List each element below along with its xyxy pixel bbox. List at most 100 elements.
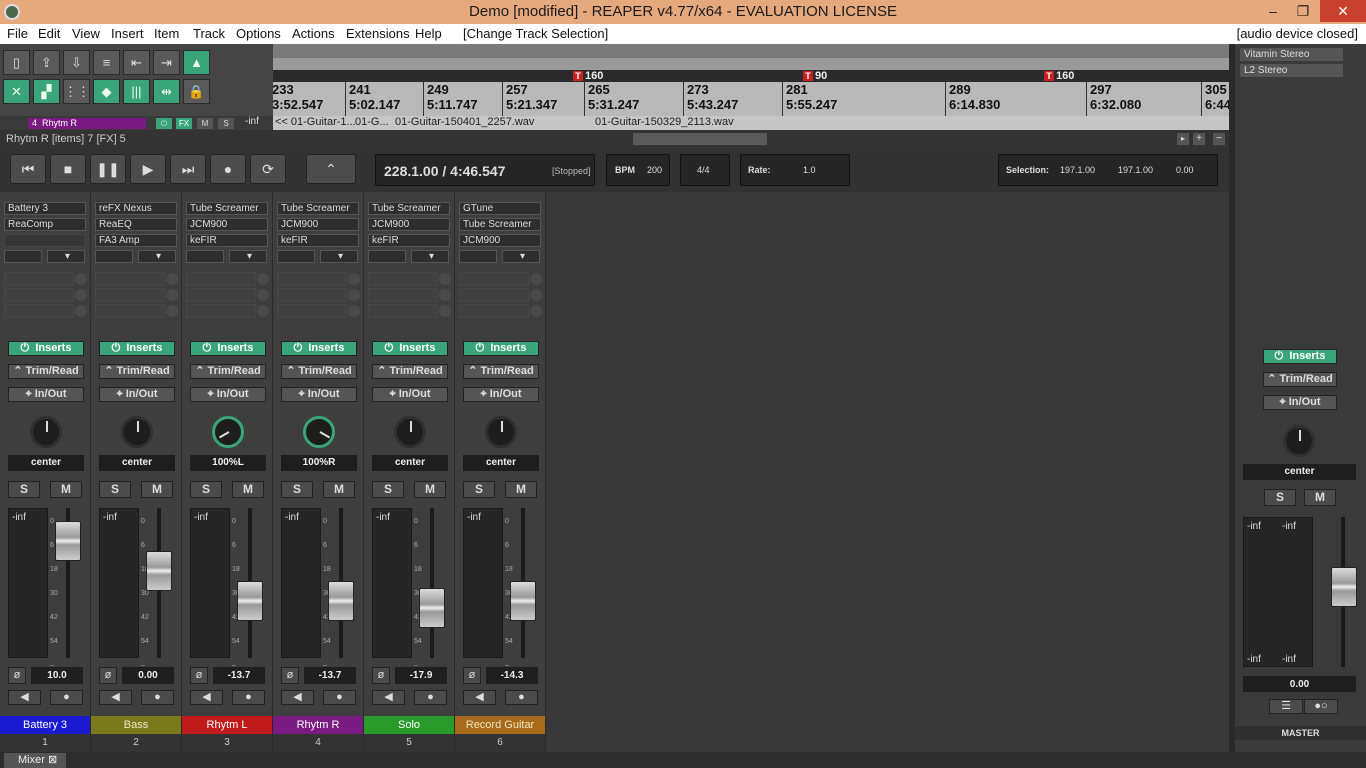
trim-read-button[interactable]: ⌃ Trim/Read [372,364,448,379]
master-trim-read-button[interactable]: ⌃ Trim/Read [1263,372,1337,387]
fx-insert-slot[interactable]: Tube Screamer [277,202,359,215]
send-slot[interactable] [4,304,74,318]
close-tab-icon[interactable]: ⊠ [48,754,57,766]
horizontal-scrollbar[interactable]: ▸ + − [273,130,1229,148]
pan-knob[interactable] [485,416,517,448]
fx-insert-slot[interactable]: keFIR [368,234,450,247]
undo-icon[interactable]: ⇤ [123,50,150,75]
automation-mode-icon[interactable]: ⌃ [306,154,356,184]
tempo-marker[interactable]: T 160 [1044,70,1074,82]
in-out-button[interactable]: ⌖ In/Out [8,387,84,402]
fx-insert-slot[interactable]: JCM900 [368,218,450,231]
volume-fader[interactable] [510,581,536,621]
menu-insert[interactable]: Insert [111,26,144,41]
fx-insert-slot[interactable]: GTune [459,202,541,215]
fx-insert-slot[interactable]: JCM900 [277,218,359,231]
record-arm-icon[interactable]: ● [323,690,356,705]
fx-insert-slot[interactable]: ReaEQ [95,218,177,231]
volume-readout[interactable]: 0.00 [122,667,174,684]
master-inserts-button[interactable]: ⏻ Inserts [1263,349,1337,364]
send-level-knob[interactable] [530,305,542,317]
send-slot[interactable] [186,288,256,302]
minimize-button[interactable]: – [1258,0,1288,22]
volume-readout[interactable]: -17.9 [395,667,447,684]
tempo-marker-lane[interactable]: T 160 T 90 T 160 [273,70,1229,82]
envelope-lock-icon[interactable]: ||| [123,79,150,104]
track-name-label[interactable]: Battery 3 [0,716,90,734]
phase-invert-button[interactable]: ø [463,667,481,684]
tempo-marker[interactable]: T 90 [803,70,827,82]
fx-add-slot[interactable] [459,250,497,263]
send-level-knob[interactable] [75,289,87,301]
in-out-button[interactable]: ⌖ In/Out [190,387,266,402]
master-fx-slot[interactable]: L2 Stereo [1240,64,1343,77]
master-volume-fader[interactable] [1331,567,1357,607]
pan-knob[interactable] [212,416,244,448]
snap-icon[interactable]: ◆ [93,79,120,104]
master-fx-slot[interactable]: Vitamin Stereo [1240,48,1343,61]
phase-invert-button[interactable]: ø [372,667,390,684]
send-slot[interactable] [368,288,438,302]
master-pan-knob[interactable] [1283,425,1315,457]
send-level-knob[interactable] [530,273,542,285]
send-slot[interactable] [95,304,165,318]
fx-dropdown-icon[interactable]: ▾ [320,250,358,263]
in-out-button[interactable]: ⌖ In/Out [99,387,175,402]
menu-item[interactable]: Item [154,26,179,41]
send-slot[interactable] [277,272,347,286]
send-level-knob[interactable] [166,273,178,285]
track-fx-button[interactable]: FX [176,118,192,129]
send-level-knob[interactable] [348,273,360,285]
inserts-button[interactable]: ⏻ Inserts [463,341,539,356]
time-display[interactable]: 228.1.00 / 4:46.547 [Stopped] [375,154,595,186]
media-item[interactable]: 01-Guitar-150329_2113.wav [595,116,734,128]
pan-knob[interactable] [394,416,426,448]
send-slot[interactable] [4,272,74,286]
master-output-icon[interactable]: ●○ [1304,699,1338,714]
menu-options[interactable]: Options [236,26,281,41]
fx-insert-slot[interactable]: keFIR [277,234,359,247]
fx-add-slot[interactable] [186,250,224,263]
save-project-icon[interactable]: ⇩ [63,50,90,75]
send-level-knob[interactable] [166,305,178,317]
menu-view[interactable]: View [72,26,100,41]
solo-button[interactable]: S [99,481,131,498]
media-item[interactable]: << 01-Guitar-1... [275,116,356,128]
redo-icon[interactable]: ⇥ [153,50,180,75]
send-slot[interactable] [186,304,256,318]
solo-button[interactable]: S [372,481,404,498]
playrate-display[interactable]: Rate: 1.0 [740,154,850,186]
track-name-label[interactable]: Rhytm L [182,716,272,734]
scroll-right-icon[interactable]: ▸ [1177,133,1189,145]
maximize-button[interactable]: ❐ [1288,0,1318,22]
open-project-icon[interactable]: ⇪ [33,50,60,75]
menu-track[interactable]: Track [193,26,225,41]
in-out-button[interactable]: ⌖ In/Out [281,387,357,402]
fx-insert-slot[interactable]: FA3 Amp [95,234,177,247]
volume-readout[interactable]: -13.7 [213,667,265,684]
inserts-button[interactable]: ⏻ Inserts [190,341,266,356]
menu-actions[interactable]: Actions [292,26,335,41]
media-item-lane[interactable]: << 01-Guitar-1... 01-G... 01-Guitar-1504… [273,116,1229,130]
volume-readout[interactable]: -14.3 [486,667,538,684]
track-name-label[interactable]: Bass [91,716,181,734]
pan-knob[interactable] [121,416,153,448]
selection-display[interactable]: Selection: 197.1.00 197.1.00 0.00 [998,154,1218,186]
track-name-label[interactable]: Record Guitar [455,716,545,734]
fx-insert-slot[interactable] [4,234,86,247]
volume-fader[interactable] [419,588,445,628]
mute-button[interactable]: M [232,481,264,498]
send-level-knob[interactable] [75,305,87,317]
send-slot[interactable] [277,304,347,318]
phase-invert-button[interactable]: ø [190,667,208,684]
send-level-knob[interactable] [75,273,87,285]
trim-read-button[interactable]: ⌃ Trim/Read [8,364,84,379]
auto-crossfade-icon[interactable]: ✕ [3,79,30,104]
send-level-knob[interactable] [257,273,269,285]
pan-knob[interactable] [30,416,62,448]
play-icon[interactable]: ▶ [130,154,166,184]
solo-button[interactable]: S [463,481,495,498]
inserts-button[interactable]: ⏻ Inserts [8,341,84,356]
send-slot[interactable] [95,272,165,286]
route-icon[interactable]: ◀ [281,690,314,705]
